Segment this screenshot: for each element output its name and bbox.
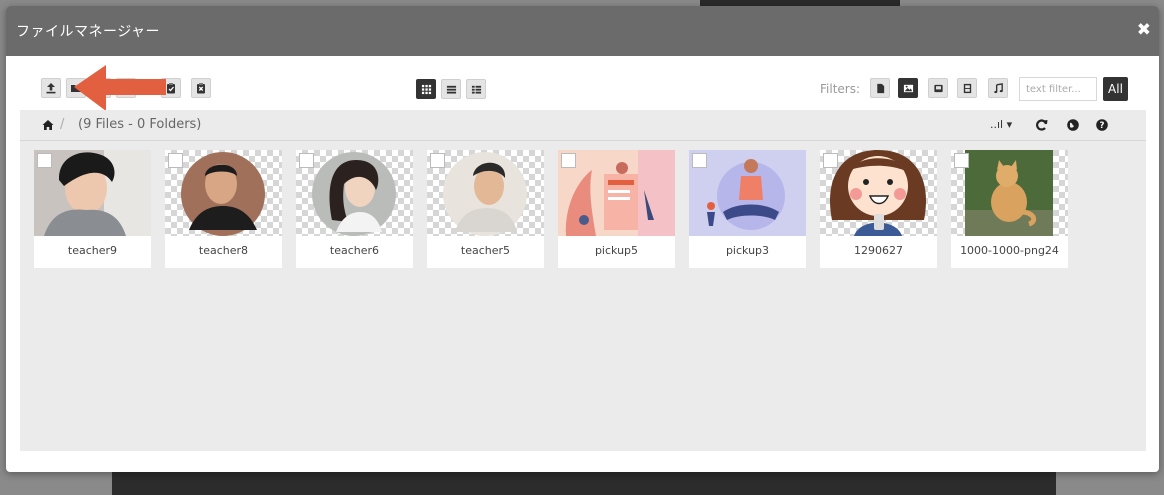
refresh-icon[interactable] xyxy=(1035,118,1049,132)
text-filter-input[interactable] xyxy=(1019,77,1097,101)
toolbar: Filters: All xyxy=(6,56,1159,110)
file-manager-dialog: ファイルマネージャー ✖ Filters: text filter... All… xyxy=(6,6,1159,472)
file-tile[interactable]: 1290627 xyxy=(820,150,937,268)
film-icon xyxy=(963,83,971,93)
svg-text:?: ? xyxy=(1100,121,1105,131)
file-tile[interactable]: teacher8 xyxy=(165,150,282,268)
file-filter-button[interactable] xyxy=(870,78,890,98)
file-icon xyxy=(876,83,884,93)
file-checkbox[interactable] xyxy=(823,153,838,168)
file-name: teacher5 xyxy=(460,244,511,257)
breadcrumb: / (9 Files - 0 Folders) ..ıl ▾ ? xyxy=(20,110,1146,141)
file-name: teacher8 xyxy=(198,244,249,257)
upload-button[interactable] xyxy=(41,78,61,98)
image-filter-button[interactable] xyxy=(898,78,918,98)
file-checkbox[interactable] xyxy=(561,153,576,168)
file-tile[interactable]: 1000-1000-png24 xyxy=(951,150,1068,268)
file-checkbox[interactable] xyxy=(299,153,314,168)
grid-view-button[interactable] xyxy=(416,79,436,99)
file-checkbox[interactable] xyxy=(37,153,52,168)
file-tile[interactable]: teacher9 xyxy=(34,150,151,268)
list-view-button[interactable] xyxy=(441,79,461,99)
file-checkbox[interactable] xyxy=(954,153,969,168)
file-checkbox[interactable] xyxy=(692,153,707,168)
dialog-header: ファイルマネージャー ✖ xyxy=(6,6,1159,56)
file-tile[interactable]: teacher5 xyxy=(427,150,544,268)
music-filter-button[interactable] xyxy=(988,78,1008,98)
close-icon[interactable]: ✖ xyxy=(1137,20,1151,40)
archive-filter-button[interactable] xyxy=(928,78,948,98)
backdrop-bottom xyxy=(112,470,1056,495)
upload-icon xyxy=(46,83,56,94)
columns-view-button[interactable] xyxy=(466,79,486,99)
grid-icon xyxy=(421,84,431,94)
file-name: 1290627 xyxy=(854,244,903,257)
file-count-summary: (9 Files - 0 Folders) xyxy=(78,117,202,132)
filters-label: Filters: xyxy=(820,82,861,96)
home-icon[interactable] xyxy=(42,119,54,131)
file-name: teacher9 xyxy=(67,244,118,257)
all-filter-button[interactable]: All xyxy=(1103,77,1128,101)
dialog-title: ファイルマネージャー xyxy=(16,24,161,40)
file-browser-area: / (9 Files - 0 Folders) ..ıl ▾ ? teacher… xyxy=(20,110,1146,451)
globe-icon[interactable] xyxy=(1066,118,1080,132)
file-checkbox[interactable] xyxy=(430,153,445,168)
list-icon xyxy=(446,85,456,94)
file-tile[interactable]: pickup3 xyxy=(689,150,806,268)
annotation-arrow-icon xyxy=(74,65,166,111)
file-checkbox[interactable] xyxy=(168,153,183,168)
breadcrumb-separator: / xyxy=(60,117,65,132)
help-icon[interactable]: ? xyxy=(1095,118,1109,132)
image-icon xyxy=(903,84,913,92)
file-tile[interactable]: teacher6 xyxy=(296,150,413,268)
file-name: pickup5 xyxy=(594,244,639,257)
columns-icon xyxy=(471,85,481,94)
file-tile[interactable]: pickup5 xyxy=(558,150,675,268)
archive-icon xyxy=(933,84,943,92)
file-name: teacher6 xyxy=(329,244,380,257)
clipboard-clear-icon xyxy=(197,83,205,94)
sort-dropdown[interactable]: ..ıl ▾ xyxy=(990,118,1012,131)
file-name: pickup3 xyxy=(725,244,770,257)
video-filter-button[interactable] xyxy=(957,78,977,98)
music-icon xyxy=(993,82,1003,93)
file-name: 1000-1000-png24 xyxy=(960,244,1059,257)
clear-clipboard-button[interactable] xyxy=(191,78,211,98)
